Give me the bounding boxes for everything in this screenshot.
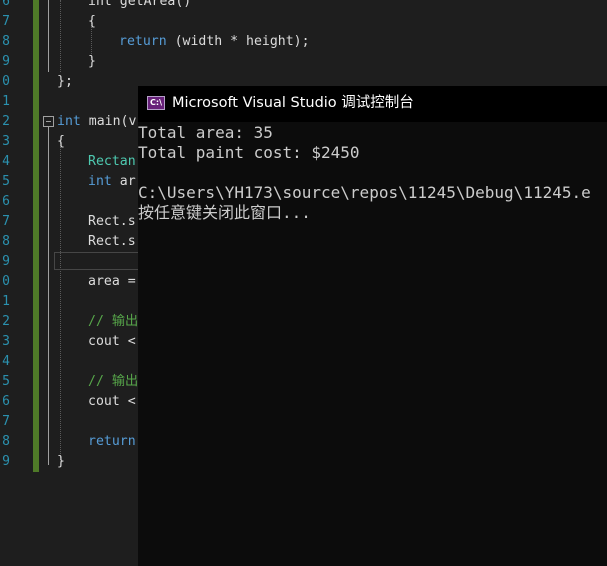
code-token: int — [88, 174, 112, 189]
code-token: cout < — [88, 334, 136, 349]
line-number: 7 — [2, 14, 10, 29]
code-token: Rect.s — [88, 214, 136, 229]
line-number: 2 — [2, 114, 10, 129]
indent-guide — [60, 142, 61, 462]
line-number: 1 — [2, 294, 10, 309]
line-number: 4 — [2, 354, 10, 369]
code-line: Rect.s — [88, 212, 136, 232]
line-number: 9 — [2, 54, 10, 69]
line-number: 6 — [2, 394, 10, 409]
console-title: Microsoft Visual Studio 调试控制台 — [172, 95, 414, 111]
line-number: 7 — [2, 214, 10, 229]
line-number: 5 — [2, 374, 10, 389]
line-number: 3 — [2, 334, 10, 349]
console-title-bar[interactable]: C:\ Microsoft Visual Studio 调试控制台 — [138, 86, 607, 122]
code-token: // 输出 — [88, 314, 139, 329]
code-line: { — [88, 12, 96, 32]
code-line: cout < — [88, 392, 136, 412]
code-token: Rectan — [88, 154, 136, 169]
code-token: area = — [88, 274, 136, 289]
code-token: main(v — [80, 114, 137, 129]
code-token: return — [119, 34, 167, 49]
console-output-line: Total area: 35 — [138, 123, 273, 142]
code-line: { — [57, 132, 65, 152]
collapse-toggle-icon[interactable] — [43, 116, 54, 127]
line-number: 8 — [2, 234, 10, 249]
code-line: Rect.s — [88, 232, 136, 252]
code-token: }; — [57, 74, 73, 89]
code-line: // 输出 — [88, 372, 138, 392]
line-number: 6 — [2, 194, 10, 209]
code-line: area = — [88, 272, 136, 292]
line-number: 0 — [2, 74, 10, 89]
code-line: // 输出 — [88, 312, 138, 332]
code-token: int getArea() — [88, 0, 192, 9]
line-number: 3 — [2, 134, 10, 149]
line-number: 4 — [2, 154, 10, 169]
console-output-line: 按任意键关闭此窗口... — [138, 203, 311, 222]
change-indicator-bar — [33, 0, 39, 472]
code-line: cout < — [88, 332, 136, 352]
code-token: ar — [111, 174, 136, 189]
line-number: 6 — [2, 0, 10, 9]
debug-console-window[interactable]: C:\ Microsoft Visual Studio 调试控制台 Total … — [138, 86, 607, 566]
code-token: cout < — [88, 394, 136, 409]
code-line: return — [88, 432, 136, 452]
line-number: 7 — [2, 414, 10, 429]
console-app-icon: C:\ — [147, 96, 165, 110]
code-line: int getArea() — [88, 0, 191, 12]
code-token: return — [88, 434, 136, 449]
code-line: return (width * height); — [119, 32, 310, 52]
code-line: } — [88, 52, 96, 72]
fold-line — [48, 0, 49, 72]
line-number: 8 — [2, 34, 10, 49]
code-line: } — [57, 452, 65, 472]
line-number: 9 — [2, 254, 10, 269]
fold-line — [48, 127, 49, 465]
line-number: 2 — [2, 314, 10, 329]
code-token: } — [88, 54, 96, 69]
code-line: Rectan — [88, 152, 136, 172]
line-number: 8 — [2, 434, 10, 449]
line-number: 9 — [2, 454, 10, 469]
code-token: int — [57, 114, 81, 129]
line-number: 5 — [2, 174, 10, 189]
code-line: }; — [57, 72, 73, 92]
code-line: int main(v — [57, 112, 136, 132]
code-token: (width * height); — [166, 34, 310, 49]
code-token: Rect.s — [88, 234, 136, 249]
code-token: } — [57, 454, 65, 469]
indent-guide — [60, 0, 61, 72]
code-token: { — [88, 14, 96, 29]
console-output-line: Total paint cost: $2450 — [138, 143, 360, 162]
line-number: 1 — [2, 94, 10, 109]
code-token: { — [57, 134, 65, 149]
code-token: // 输出 — [88, 374, 139, 389]
line-number: 0 — [2, 274, 10, 289]
code-line: int ar — [88, 172, 136, 192]
console-output-line: C:\Users\YH173\source\repos\11245\Debug\… — [138, 183, 591, 202]
